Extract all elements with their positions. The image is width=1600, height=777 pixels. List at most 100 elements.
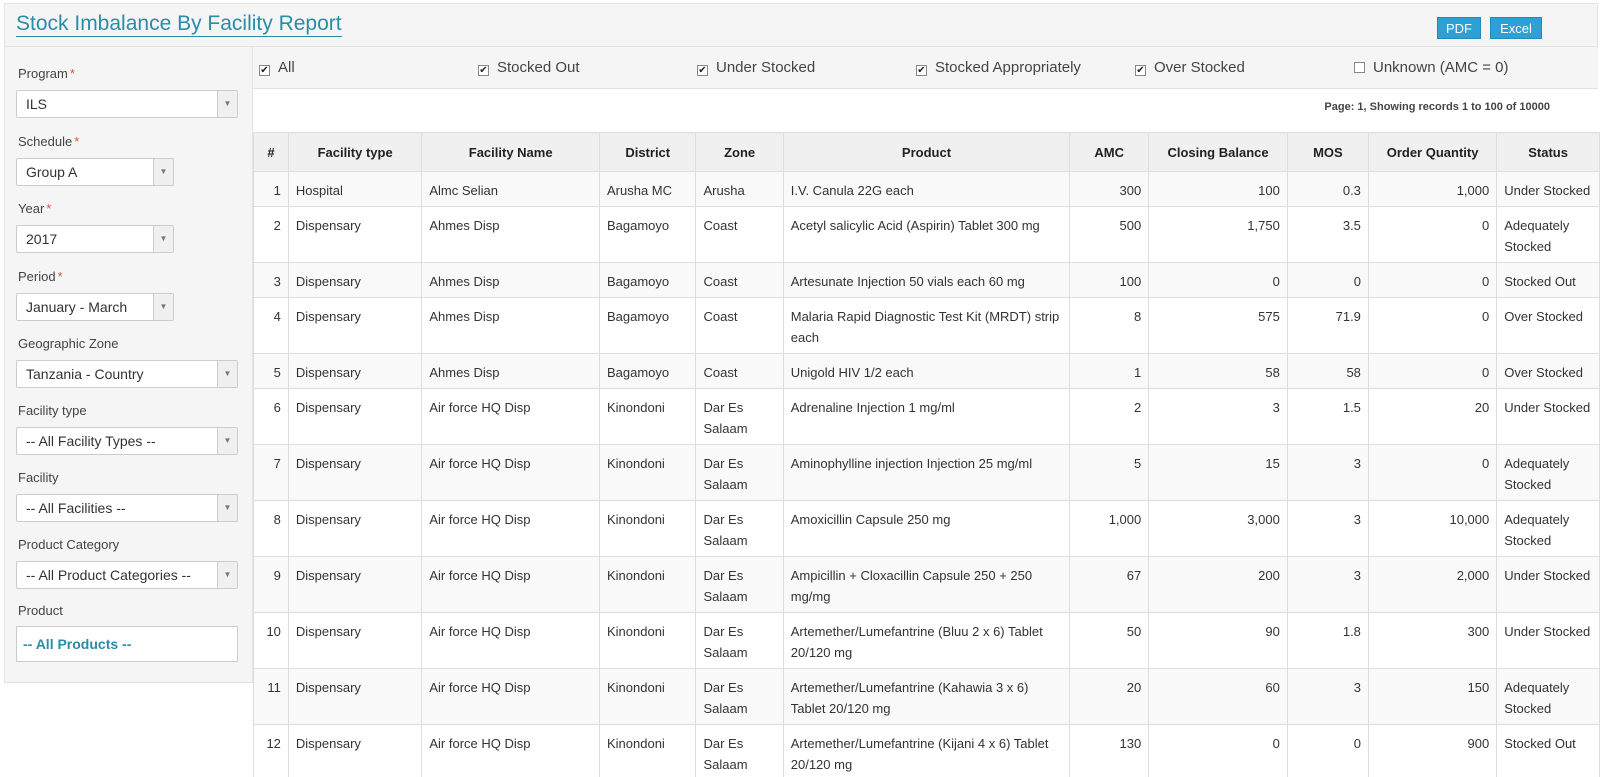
mos-cell: 0 <box>1286 724 1369 777</box>
product-cell: Acetyl salicylic Acid (Aspirin) Tablet 3… <box>782 206 1071 263</box>
table-row: 4 Dispensary Ahmes Disp Bagamoyo Coast Malari… <box>253 297 1600 354</box>
product-category-label: Product Category <box>18 537 120 552</box>
facility-select[interactable]: -- All Facilities -- ▼ <box>16 494 238 522</box>
zone-cell: Dar Es Salaam <box>695 500 784 557</box>
status-cell: Under Stocked <box>1496 388 1600 445</box>
product-cell: I.V. Canula 22G each <box>782 171 1071 207</box>
col-header[interactable]: Order Quantity <box>1367 132 1498 172</box>
schedule-select[interactable]: Group A ▼ <box>16 158 174 186</box>
district-cell: Kinondoni <box>598 556 697 613</box>
period-select[interactable]: January - March ▼ <box>16 293 174 321</box>
facility-type-cell: Dispensary <box>287 612 423 669</box>
order-quantity-cell: 300 <box>1367 612 1498 669</box>
product-cell: Adrenaline Injection 1 mg/ml <box>782 388 1071 445</box>
facility-name-cell: Ahmes Disp <box>421 297 600 354</box>
mos-cell: 1.5 <box>1286 388 1369 445</box>
table-row: 10 Dispensary Air force HQ Disp Kinondoni Da… <box>253 612 1600 669</box>
program-select[interactable]: ILS ▼ <box>16 90 238 118</box>
col-header[interactable]: AMC <box>1069 132 1150 172</box>
product-label: Product <box>18 603 63 618</box>
closing-balance-cell: 60 <box>1148 668 1288 725</box>
col-header[interactable]: Facility Name <box>421 132 600 172</box>
status-cell: Under Stocked <box>1496 171 1600 207</box>
amc-cell: 50 <box>1069 612 1150 669</box>
col-header[interactable]: District <box>598 132 697 172</box>
order-quantity-cell: 1,000 <box>1367 171 1498 207</box>
checkbox-icon[interactable]: ✔ <box>697 65 708 76</box>
product-cell: Artemether/Lumefantrine (Kijani 4 x 6) T… <box>782 724 1071 777</box>
product-category-select[interactable]: -- All Product Categories -- ▼ <box>16 561 238 589</box>
row-number: 1 <box>253 171 289 207</box>
checkbox-icon[interactable]: ✔ <box>916 65 927 76</box>
mos-cell: 71.9 <box>1286 297 1369 354</box>
row-number: 2 <box>253 206 289 263</box>
col-header[interactable]: Closing Balance <box>1148 132 1288 172</box>
facility-type-cell: Dispensary <box>287 388 423 445</box>
facility-type-value: -- All Facility Types -- <box>26 433 156 449</box>
amc-cell: 500 <box>1069 206 1150 263</box>
col-header[interactable]: Zone <box>695 132 784 172</box>
year-label: Year * <box>18 201 52 216</box>
mos-cell: 3 <box>1286 500 1369 557</box>
row-number: 8 <box>253 500 289 557</box>
mos-cell: 3 <box>1286 668 1369 725</box>
facility-name-cell: Air force HQ Disp <box>421 556 600 613</box>
chevron-down-icon: ▼ <box>217 428 237 454</box>
geographic-zone-select[interactable]: Tanzania - Country ▼ <box>16 360 238 388</box>
table-row: 1 Hospital Almc Selian Arusha MC Arusha I.V. … <box>253 171 1600 207</box>
filter-stocked-out[interactable]: ✔ Stocked Out <box>478 59 580 77</box>
checkbox-icon[interactable]: ✔ <box>259 65 270 76</box>
mos-cell: 3 <box>1286 556 1369 613</box>
amc-cell: 100 <box>1069 262 1150 298</box>
col-header[interactable]: Facility type <box>287 132 423 172</box>
filter-all[interactable]: ✔ All <box>259 59 295 77</box>
product-cell: Aminophylline injection Injection 25 mg/… <box>782 444 1071 501</box>
row-number: 10 <box>253 612 289 669</box>
order-quantity-cell: 900 <box>1367 724 1498 777</box>
amc-cell: 8 <box>1069 297 1150 354</box>
col-header[interactable]: Status <box>1496 132 1600 172</box>
table-row: 2 Dispensary Ahmes Disp Bagamoyo Coast Acetyl… <box>253 206 1600 263</box>
district-cell: Bagamoyo <box>598 262 697 298</box>
checkbox-icon[interactable] <box>1354 62 1365 73</box>
order-quantity-cell: 0 <box>1367 444 1498 501</box>
status-cell: Under Stocked <box>1496 556 1600 613</box>
product-select[interactable]: -- All Products -- <box>16 626 238 662</box>
order-quantity-cell: 0 <box>1367 206 1498 263</box>
closing-balance-cell: 58 <box>1148 353 1288 389</box>
year-select[interactable]: 2017 ▼ <box>16 225 174 253</box>
zone-cell: Coast <box>695 353 784 389</box>
filter-unknown[interactable]: Unknown (AMC = 0) <box>1354 59 1508 77</box>
col-header[interactable]: MOS <box>1286 132 1369 172</box>
order-quantity-cell: 2,000 <box>1367 556 1498 613</box>
filter-stocked-appropriately[interactable]: ✔ Stocked Appropriately <box>916 59 1081 77</box>
table-row: 5 Dispensary Ahmes Disp Bagamoyo Coast Unigol… <box>253 353 1600 389</box>
district-cell: Arusha MC <box>598 171 697 207</box>
status-cell: Stocked Out <box>1496 724 1600 777</box>
checkbox-icon[interactable]: ✔ <box>478 65 489 76</box>
facility-type-cell: Dispensary <box>287 724 423 777</box>
closing-balance-cell: 3 <box>1148 388 1288 445</box>
facility-type-select[interactable]: -- All Facility Types -- ▼ <box>16 427 238 455</box>
col-header[interactable]: Product <box>782 132 1071 172</box>
checkbox-icon[interactable]: ✔ <box>1135 65 1146 76</box>
status-cell: Adequately Stocked <box>1496 500 1600 557</box>
product-cell: Unigold HIV 1/2 each <box>782 353 1071 389</box>
amc-cell: 1,000 <box>1069 500 1150 557</box>
product-cell: Malaria Rapid Diagnostic Test Kit (MRDT)… <box>782 297 1071 354</box>
order-quantity-cell: 0 <box>1367 297 1498 354</box>
zone-cell: Dar Es Salaam <box>695 556 784 613</box>
report-table: # Facility type Facility Name District Z… <box>253 132 1600 777</box>
table-row: 11 Dispensary Air force HQ Disp Kinondoni Da… <box>253 668 1600 725</box>
order-quantity-cell: 10,000 <box>1367 500 1498 557</box>
required-mark: * <box>74 134 80 149</box>
product-cell: Artesunate Injection 50 vials each 60 mg <box>782 262 1071 298</box>
status-cell: Adequately Stocked <box>1496 206 1600 263</box>
facility-name-cell: Air force HQ Disp <box>421 612 600 669</box>
pdf-export-button[interactable]: PDF <box>1437 17 1481 39</box>
col-header[interactable]: # <box>253 132 289 172</box>
filter-under-stocked[interactable]: ✔ Under Stocked <box>697 59 815 77</box>
excel-export-button[interactable]: Excel <box>1490 17 1542 39</box>
filter-over-stocked[interactable]: ✔ Over Stocked <box>1135 59 1245 77</box>
facility-type-cell: Dispensary <box>287 353 423 389</box>
